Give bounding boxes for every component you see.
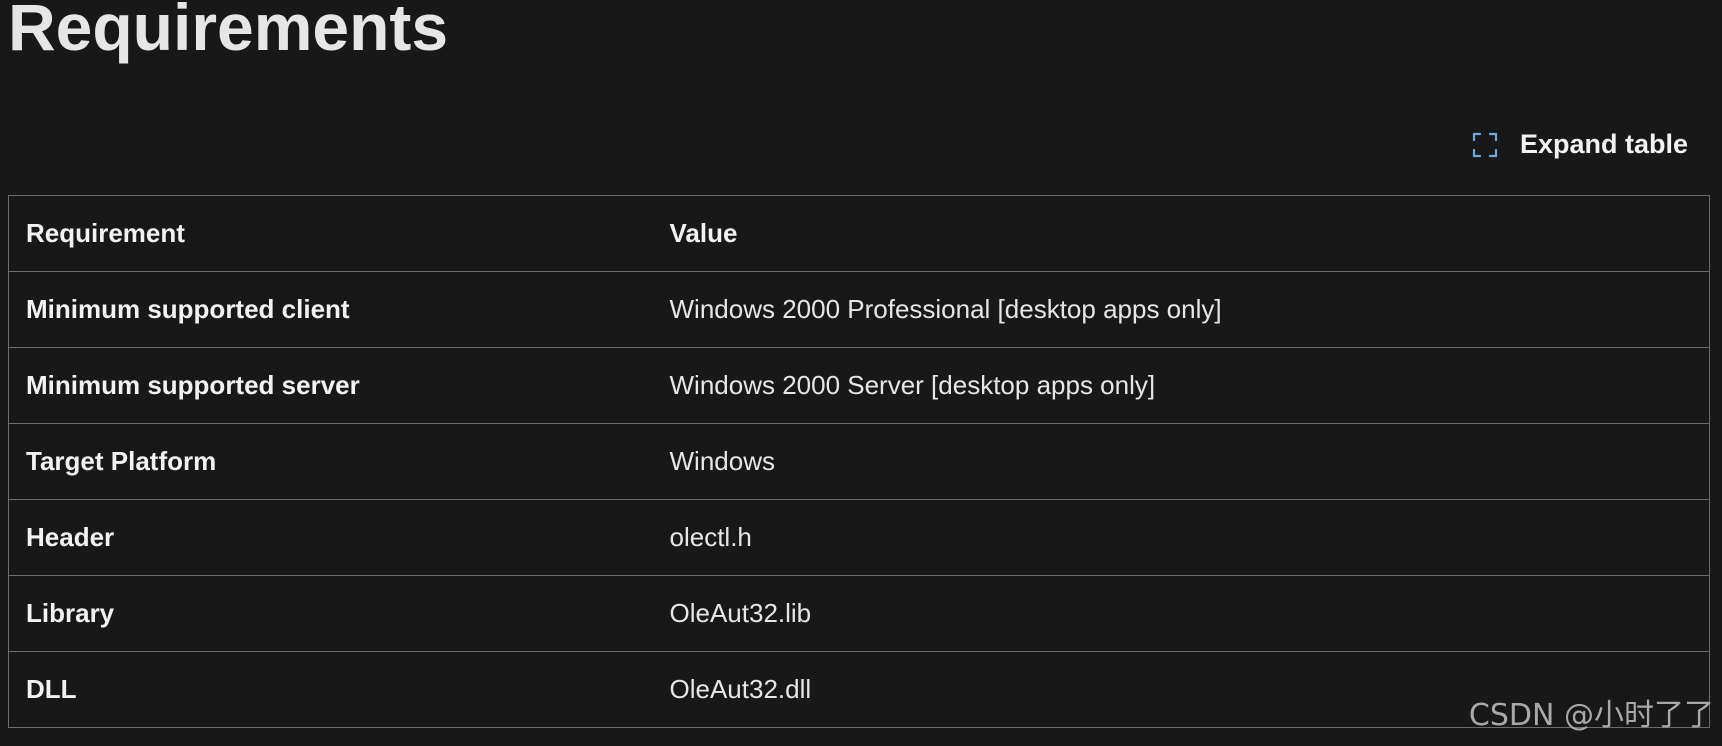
table-row: Library OleAut32.lib <box>8 575 1710 652</box>
requirement-cell: Minimum supported client <box>8 271 653 348</box>
table-row: Target Platform Windows <box>8 423 1710 500</box>
table-row: DLL OleAut32.dll <box>8 651 1710 728</box>
value-cell: Windows <box>652 423 1710 500</box>
requirement-cell: Minimum supported server <box>8 347 653 424</box>
value-cell: OleAut32.lib <box>652 575 1710 652</box>
requirement-cell: Target Platform <box>8 423 653 500</box>
value-cell: Windows 2000 Server [desktop apps only] <box>652 347 1710 424</box>
table-row: Header olectl.h <box>8 499 1710 576</box>
requirement-cell: Header <box>8 499 653 576</box>
table-row: Minimum supported server Windows 2000 Se… <box>8 347 1710 424</box>
page-title: Requirements <box>8 0 449 64</box>
table-row: Minimum supported client Windows 2000 Pr… <box>8 271 1710 348</box>
requirements-table: Requirement Value Minimum supported clie… <box>8 195 1710 728</box>
expand-table-button[interactable]: Expand table <box>1472 129 1688 160</box>
column-header-value: Value <box>652 195 1710 272</box>
value-cell: olectl.h <box>652 499 1710 576</box>
value-cell: Windows 2000 Professional [desktop apps … <box>652 271 1710 348</box>
expand-icon <box>1472 132 1498 158</box>
table-header-row: Requirement Value <box>8 195 1710 272</box>
column-header-requirement: Requirement <box>8 195 653 272</box>
requirement-cell: DLL <box>8 651 653 728</box>
requirement-cell: Library <box>8 575 653 652</box>
watermark: CSDN @小时了了 <box>1468 698 1714 733</box>
expand-table-label: Expand table <box>1519 129 1688 159</box>
